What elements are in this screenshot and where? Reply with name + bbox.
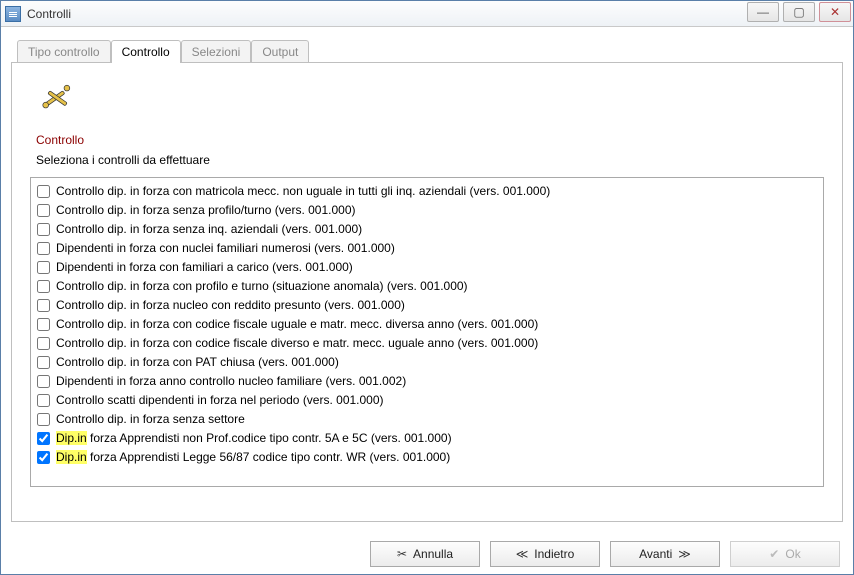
minimize-button[interactable]: — xyxy=(747,2,779,22)
check-icon: ✔ xyxy=(769,547,779,561)
item-checkbox[interactable] xyxy=(37,223,50,236)
ok-button: ✔ Ok xyxy=(730,541,840,567)
item-label: Dipendenti in forza con nuclei familiari… xyxy=(56,240,395,257)
item-checkbox[interactable] xyxy=(37,432,50,445)
ok-label: Ok xyxy=(785,547,800,561)
list-item[interactable]: Controllo dip. in forza senza settore xyxy=(37,410,817,429)
item-checkbox[interactable] xyxy=(37,185,50,198)
item-checkbox[interactable] xyxy=(37,451,50,464)
app-icon xyxy=(5,6,21,22)
tab-tipo-controllo[interactable]: Tipo controllo xyxy=(17,40,111,63)
item-label: Controllo dip. in forza senza profilo/tu… xyxy=(56,202,356,219)
item-label: Controllo scatti dipendenti in forza nel… xyxy=(56,392,384,409)
list-item[interactable]: Dip.in forza Apprendisti non Prof.codice… xyxy=(37,429,817,448)
list-item[interactable]: Controllo dip. in forza senza inq. azien… xyxy=(37,220,817,239)
avanti-button[interactable]: Avanti ≫ xyxy=(610,541,720,567)
tab-output[interactable]: Output xyxy=(251,40,309,63)
section-subtitle: Seleziona i controlli da effettuare xyxy=(36,153,824,167)
list-item[interactable]: Controllo dip. in forza con codice fisca… xyxy=(37,334,817,353)
item-label: Controllo dip. in forza con codice fisca… xyxy=(56,316,538,333)
list-item[interactable]: Dipendenti in forza anno controllo nucle… xyxy=(37,372,817,391)
footer-buttons: ✂ Annulla ≪ Indietro Avanti ≫ ✔ Ok xyxy=(370,541,840,567)
item-checkbox[interactable] xyxy=(37,242,50,255)
item-checkbox[interactable] xyxy=(37,375,50,388)
list-item[interactable]: Dip.in forza Apprendisti Legge 56/87 cod… xyxy=(37,448,817,467)
item-checkbox[interactable] xyxy=(37,299,50,312)
item-label: Controllo dip. in forza con matricola me… xyxy=(56,183,550,200)
item-label: Dip.in forza Apprendisti Legge 56/87 cod… xyxy=(56,449,450,466)
annulla-label: Annulla xyxy=(413,547,453,561)
maximize-button[interactable]: ▢ xyxy=(783,2,815,22)
tab-panel-controllo: Controllo Seleziona i controlli da effet… xyxy=(11,62,843,522)
window-title: Controlli xyxy=(27,7,71,21)
annulla-button[interactable]: ✂ Annulla xyxy=(370,541,480,567)
list-item[interactable]: Dipendenti in forza con familiari a cari… xyxy=(37,258,817,277)
title-bar: Controlli — ▢ ✕ xyxy=(1,1,853,27)
item-label: Controllo dip. in forza senza settore xyxy=(56,411,245,428)
list-item[interactable]: Dipendenti in forza con nuclei familiari… xyxy=(37,239,817,258)
section-title: Controllo xyxy=(36,133,824,147)
item-label: Controllo dip. in forza con PAT chiusa (… xyxy=(56,354,339,371)
list-item[interactable]: Controllo dip. in forza con PAT chiusa (… xyxy=(37,353,817,372)
indietro-label: Indietro xyxy=(534,547,574,561)
forward-icon: ≫ xyxy=(678,547,691,561)
list-item[interactable]: Controllo dip. in forza con codice fisca… xyxy=(37,315,817,334)
item-checkbox[interactable] xyxy=(37,394,50,407)
controls-listbox[interactable]: Controllo dip. in forza con matricola me… xyxy=(30,177,824,487)
list-item[interactable]: Controllo scatti dipendenti in forza nel… xyxy=(37,391,817,410)
cancel-icon: ✂ xyxy=(397,547,407,561)
item-label: Dipendenti in forza con familiari a cari… xyxy=(56,259,353,276)
item-checkbox[interactable] xyxy=(37,204,50,217)
indietro-button[interactable]: ≪ Indietro xyxy=(490,541,600,567)
highlighted-text: Dip.in xyxy=(56,431,87,445)
avanti-label: Avanti xyxy=(639,547,672,561)
tools-icon xyxy=(40,81,74,115)
list-item[interactable]: Controllo dip. in forza senza profilo/tu… xyxy=(37,201,817,220)
tab-selezioni[interactable]: Selezioni xyxy=(181,40,252,63)
list-item[interactable]: Controllo dip. in forza con profilo e tu… xyxy=(37,277,817,296)
list-item[interactable]: Controllo dip. in forza nucleo con reddi… xyxy=(37,296,817,315)
item-checkbox[interactable] xyxy=(37,261,50,274)
list-item[interactable]: Controllo dip. in forza con matricola me… xyxy=(37,182,817,201)
item-label: Dipendenti in forza anno controllo nucle… xyxy=(56,373,406,390)
item-label: Dip.in forza Apprendisti non Prof.codice… xyxy=(56,430,452,447)
item-checkbox[interactable] xyxy=(37,280,50,293)
close-button[interactable]: ✕ xyxy=(819,2,851,22)
item-checkbox[interactable] xyxy=(37,318,50,331)
item-label: Controllo dip. in forza con codice fisca… xyxy=(56,335,538,352)
tab-controllo[interactable]: Controllo xyxy=(111,40,181,63)
tab-bar: Tipo controllo Controllo Selezioni Outpu… xyxy=(17,39,843,62)
item-checkbox[interactable] xyxy=(37,337,50,350)
item-checkbox[interactable] xyxy=(37,413,50,426)
item-checkbox[interactable] xyxy=(37,356,50,369)
item-label: Controllo dip. in forza con profilo e tu… xyxy=(56,278,468,295)
back-icon: ≪ xyxy=(516,547,529,561)
item-label: Controllo dip. in forza nucleo con reddi… xyxy=(56,297,405,314)
item-label: Controllo dip. in forza senza inq. azien… xyxy=(56,221,362,238)
highlighted-text: Dip.in xyxy=(56,450,87,464)
